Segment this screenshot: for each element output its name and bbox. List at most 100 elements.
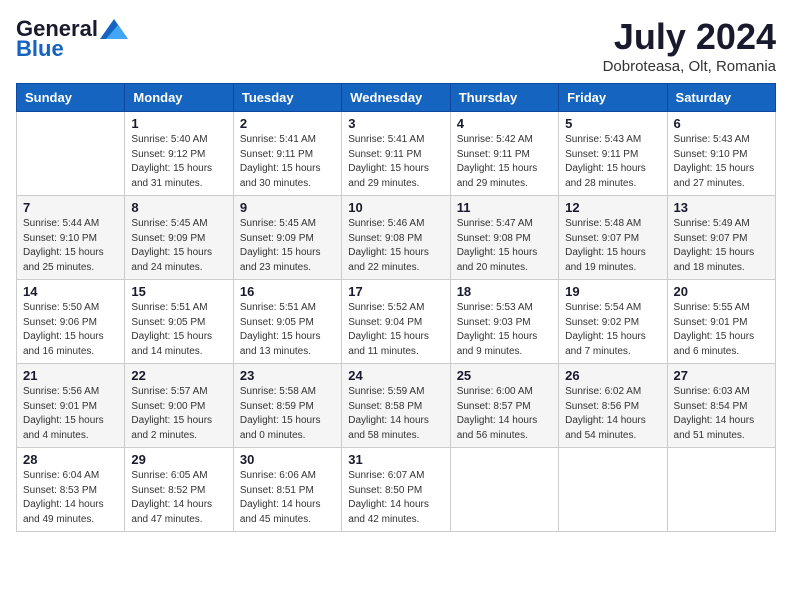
logo-blue-text: Blue xyxy=(16,36,64,62)
calendar-week-row: 1 Sunrise: 5:40 AMSunset: 9:12 PMDaylight… xyxy=(17,112,776,196)
day-info: Sunrise: 6:06 AMSunset: 8:51 PMDaylight:… xyxy=(240,469,335,527)
day-info: Sunrise: 5:41 AMSunset: 9:11 PMDaylight:… xyxy=(348,133,443,191)
day-number: 5 xyxy=(565,116,660,131)
calendar-day-header: Sunday xyxy=(17,84,125,112)
day-number: 23 xyxy=(240,368,335,383)
calendar-day-cell: 5Sunrise: 5:43 AMSunset: 9:11 PMDaylight… xyxy=(559,112,667,196)
calendar-day-cell: 10 Sunrise: 5:46 AMSunset: 9:08 PMDayligh… xyxy=(342,196,450,280)
day-number: 14 xyxy=(23,284,118,299)
day-info: Sunrise: 5:57 AMSunset: 9:00 PMDaylight:… xyxy=(131,385,226,443)
calendar-day-cell: 26 Sunrise: 6:02 AMSunset: 8:56 PMDayligh… xyxy=(559,364,667,448)
day-info: Sunrise: 5:55 AMSunset: 9:01 PMDaylight:… xyxy=(674,301,769,359)
day-info: Sunrise: 5:51 AMSunset: 9:05 PMDaylight:… xyxy=(131,301,226,359)
calendar-day-cell: 7 Sunrise: 5:44 AMSunset: 9:10 PMDaylight… xyxy=(17,196,125,280)
day-number: 9 xyxy=(240,200,335,215)
title-block: July 2024 Dobroteasa, Olt, Romania xyxy=(603,16,776,75)
calendar-day-cell xyxy=(559,448,667,532)
day-number: 10 xyxy=(348,200,443,215)
location-subtitle: Dobroteasa, Olt, Romania xyxy=(603,58,776,75)
day-number: 3 xyxy=(348,116,443,131)
day-number: 13 xyxy=(674,200,769,215)
day-info: Sunrise: 5:46 AMSunset: 9:08 PMDaylight:… xyxy=(348,217,443,275)
calendar-day-cell: 14 Sunrise: 5:50 AMSunset: 9:06 PMDayligh… xyxy=(17,280,125,364)
calendar-day-cell: 11 Sunrise: 5:47 AMSunset: 9:08 PMDayligh… xyxy=(450,196,558,280)
calendar-week-row: 21 Sunrise: 5:56 AMSunset: 9:01 PMDayligh… xyxy=(17,364,776,448)
day-number: 27 xyxy=(674,368,769,383)
day-number: 24 xyxy=(348,368,443,383)
calendar-day-cell: 17Sunrise: 5:52 AMSunset: 9:04 PMDayligh… xyxy=(342,280,450,364)
day-number: 6 xyxy=(674,116,769,131)
month-year-title: July 2024 xyxy=(603,16,776,58)
calendar-day-cell: 27 Sunrise: 6:03 AMSunset: 8:54 PMDayligh… xyxy=(667,364,775,448)
calendar-day-cell: 1 Sunrise: 5:40 AMSunset: 9:12 PMDaylight… xyxy=(125,112,233,196)
calendar-day-cell: 13Sunrise: 5:49 AMSunset: 9:07 PMDayligh… xyxy=(667,196,775,280)
calendar-day-cell: 12Sunrise: 5:48 AMSunset: 9:07 PMDayligh… xyxy=(559,196,667,280)
calendar-day-cell xyxy=(450,448,558,532)
calendar-day-cell: 23 Sunrise: 5:58 AMSunset: 8:59 PMDayligh… xyxy=(233,364,341,448)
day-number: 22 xyxy=(131,368,226,383)
calendar-day-header: Friday xyxy=(559,84,667,112)
day-info: Sunrise: 5:43 AMSunset: 9:10 PMDaylight:… xyxy=(674,133,769,191)
day-number: 4 xyxy=(457,116,552,131)
day-number: 15 xyxy=(131,284,226,299)
day-info: Sunrise: 5:40 AMSunset: 9:12 PMDaylight:… xyxy=(131,133,226,191)
day-number: 30 xyxy=(240,452,335,467)
day-number: 11 xyxy=(457,200,552,215)
day-number: 31 xyxy=(348,452,443,467)
day-number: 7 xyxy=(23,200,118,215)
day-number: 17 xyxy=(348,284,443,299)
calendar-day-cell: 29Sunrise: 6:05 AMSunset: 8:52 PMDayligh… xyxy=(125,448,233,532)
calendar-week-row: 7 Sunrise: 5:44 AMSunset: 9:10 PMDaylight… xyxy=(17,196,776,280)
calendar-day-cell: 20 Sunrise: 5:55 AMSunset: 9:01 PMDayligh… xyxy=(667,280,775,364)
calendar-day-cell: 16Sunrise: 5:51 AMSunset: 9:05 PMDayligh… xyxy=(233,280,341,364)
day-number: 1 xyxy=(131,116,226,131)
calendar-day-cell: 2 Sunrise: 5:41 AMSunset: 9:11 PMDaylight… xyxy=(233,112,341,196)
day-number: 18 xyxy=(457,284,552,299)
day-info: Sunrise: 5:45 AMSunset: 9:09 PMDaylight:… xyxy=(131,217,226,275)
logo: General Blue xyxy=(16,16,128,62)
calendar-day-cell: 3 Sunrise: 5:41 AMSunset: 9:11 PMDaylight… xyxy=(342,112,450,196)
calendar-day-header: Thursday xyxy=(450,84,558,112)
day-info: Sunrise: 6:05 AMSunset: 8:52 PMDaylight:… xyxy=(131,469,226,527)
day-info: Sunrise: 5:50 AMSunset: 9:06 PMDaylight:… xyxy=(23,301,118,359)
day-info: Sunrise: 6:04 AMSunset: 8:53 PMDaylight:… xyxy=(23,469,118,527)
day-number: 8 xyxy=(131,200,226,215)
calendar-day-header: Saturday xyxy=(667,84,775,112)
calendar-day-cell: 22 Sunrise: 5:57 AMSunset: 9:00 PMDayligh… xyxy=(125,364,233,448)
day-number: 21 xyxy=(23,368,118,383)
page-header: General Blue July 2024 Dobroteasa, Olt, … xyxy=(16,16,776,75)
day-number: 25 xyxy=(457,368,552,383)
day-info: Sunrise: 5:44 AMSunset: 9:10 PMDaylight:… xyxy=(23,217,118,275)
calendar-day-cell: 28Sunrise: 6:04 AMSunset: 8:53 PMDayligh… xyxy=(17,448,125,532)
calendar-table: SundayMondayTuesdayWednesdayThursdayFrid… xyxy=(16,83,776,532)
day-info: Sunrise: 5:51 AMSunset: 9:05 PMDaylight:… xyxy=(240,301,335,359)
calendar-day-cell: 24 Sunrise: 5:59 AMSunset: 8:58 PMDayligh… xyxy=(342,364,450,448)
calendar-day-cell xyxy=(17,112,125,196)
day-info: Sunrise: 5:53 AMSunset: 9:03 PMDaylight:… xyxy=(457,301,552,359)
day-info: Sunrise: 5:41 AMSunset: 9:11 PMDaylight:… xyxy=(240,133,335,191)
day-info: Sunrise: 5:59 AMSunset: 8:58 PMDaylight:… xyxy=(348,385,443,443)
calendar-day-cell: 4 Sunrise: 5:42 AMSunset: 9:11 PMDaylight… xyxy=(450,112,558,196)
day-info: Sunrise: 5:42 AMSunset: 9:11 PMDaylight:… xyxy=(457,133,552,191)
calendar-day-cell: 9Sunrise: 5:45 AMSunset: 9:09 PMDaylight… xyxy=(233,196,341,280)
calendar-day-cell: 15 Sunrise: 5:51 AMSunset: 9:05 PMDayligh… xyxy=(125,280,233,364)
calendar-day-header: Tuesday xyxy=(233,84,341,112)
calendar-day-cell: 18 Sunrise: 5:53 AMSunset: 9:03 PMDayligh… xyxy=(450,280,558,364)
calendar-day-cell: 31Sunrise: 6:07 AMSunset: 8:50 PMDayligh… xyxy=(342,448,450,532)
day-info: Sunrise: 5:47 AMSunset: 9:08 PMDaylight:… xyxy=(457,217,552,275)
calendar-day-cell: 8 Sunrise: 5:45 AMSunset: 9:09 PMDaylight… xyxy=(125,196,233,280)
day-number: 2 xyxy=(240,116,335,131)
day-info: Sunrise: 5:56 AMSunset: 9:01 PMDaylight:… xyxy=(23,385,118,443)
calendar-week-row: 28Sunrise: 6:04 AMSunset: 8:53 PMDayligh… xyxy=(17,448,776,532)
calendar-day-cell xyxy=(667,448,775,532)
calendar-week-row: 14 Sunrise: 5:50 AMSunset: 9:06 PMDayligh… xyxy=(17,280,776,364)
day-info: Sunrise: 5:58 AMSunset: 8:59 PMDaylight:… xyxy=(240,385,335,443)
day-info: Sunrise: 5:54 AMSunset: 9:02 PMDaylight:… xyxy=(565,301,660,359)
day-number: 26 xyxy=(565,368,660,383)
calendar-header-row: SundayMondayTuesdayWednesdayThursdayFrid… xyxy=(17,84,776,112)
day-number: 20 xyxy=(674,284,769,299)
day-info: Sunrise: 5:48 AMSunset: 9:07 PMDaylight:… xyxy=(565,217,660,275)
day-info: Sunrise: 6:02 AMSunset: 8:56 PMDaylight:… xyxy=(565,385,660,443)
day-info: Sunrise: 6:03 AMSunset: 8:54 PMDaylight:… xyxy=(674,385,769,443)
calendar-day-cell: 25Sunrise: 6:00 AMSunset: 8:57 PMDayligh… xyxy=(450,364,558,448)
